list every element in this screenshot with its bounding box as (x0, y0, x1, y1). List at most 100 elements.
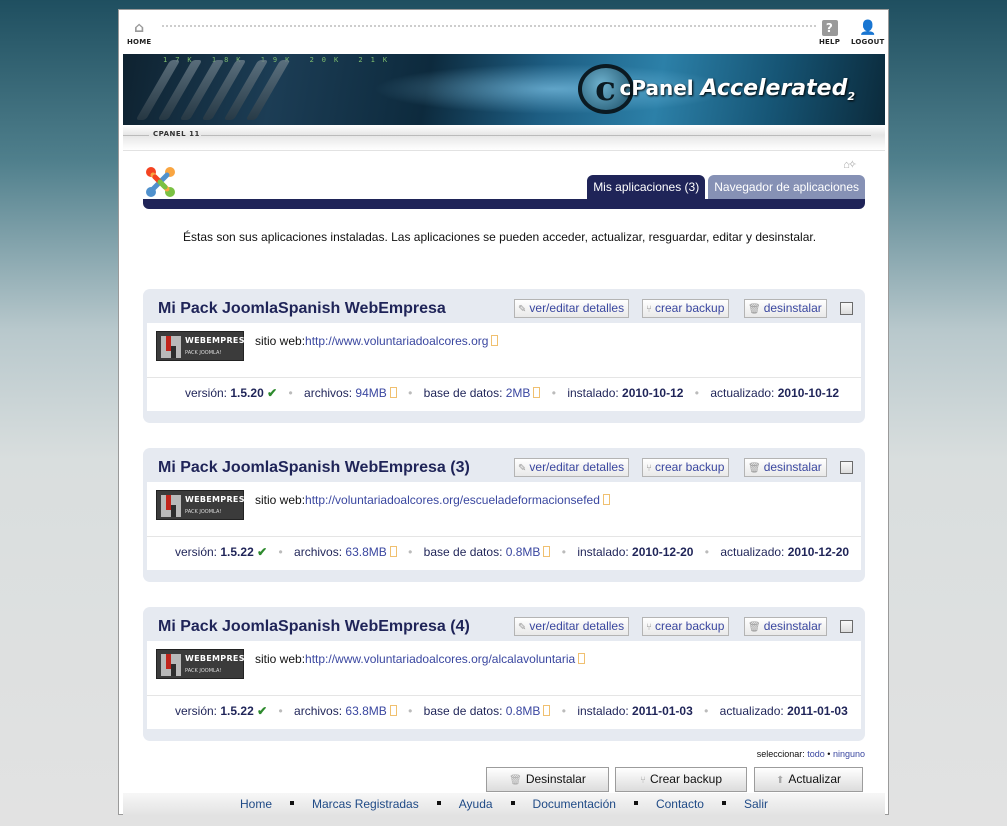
app-card: Mi Pack JoomlaSpanish WebEmpresa (3) ✎ ve… (143, 448, 865, 582)
db-value[interactable]: 0.8MB (506, 545, 541, 559)
edit-details-button[interactable]: ✎ ver/editar detalles (514, 299, 630, 318)
external-link-icon[interactable] (491, 335, 499, 346)
create-backup-button[interactable]: ⑂ crear backup (642, 299, 730, 318)
website-row: sitio web:http://voluntariadoalcores.org… (255, 493, 610, 507)
version-label: versión: (185, 386, 228, 400)
files-value[interactable]: 63.8MB (345, 545, 386, 559)
tag-icon: ✎ (518, 622, 527, 633)
footer-link-trademarks[interactable]: Marcas Registradas (312, 797, 419, 811)
files-label: archivos: (294, 545, 343, 559)
db-label: base de datos: (423, 545, 503, 559)
cpanel-version: 2 (847, 89, 855, 103)
home-nav-label: HOME (127, 38, 152, 46)
db-value[interactable]: 2MB (506, 386, 531, 400)
help-nav-button[interactable]: ? HELP (819, 20, 840, 46)
uninstall-button[interactable]: 🗑 desinstalar (744, 458, 827, 477)
backup-icon: ⑂ (639, 775, 646, 786)
bulk-update-button[interactable]: ⬆ Actualizar (754, 767, 863, 792)
external-link-icon[interactable] (602, 494, 610, 505)
main-frame: ⌂ HOME ? HELP 👤 LOGOUT 17K 18K 19K 20K 2… (118, 9, 889, 815)
create-backup-label: crear backup (655, 460, 725, 474)
cpanel-logo-text: cPanel Accelerated2 (620, 76, 855, 103)
meta-separator: • (288, 386, 293, 400)
app-card-body: WEBEMPRESA PACK JOOMLA! sitio web:http:/… (147, 482, 861, 570)
home-shortcut-icon[interactable]: ⌂✧ (843, 158, 857, 171)
strip-rule (201, 135, 871, 136)
webempresa-logo: WEBEMPRESA PACK JOOMLA! (156, 649, 251, 679)
joomla-icon (146, 167, 175, 197)
webempresa-logo-mark (161, 495, 181, 517)
app-card: Mi Pack JoomlaSpanish WebEmpresa (4) ✎ ve… (143, 607, 865, 741)
footer-bullet (510, 801, 515, 805)
bulk-backup-button[interactable]: ⑂ Crear backup (615, 767, 747, 792)
bulk-uninstall-button[interactable]: 🗑 Desinstalar (486, 767, 609, 792)
tab-bar: Mis aplicaciones (3) Navegador de aplica… (587, 175, 865, 199)
cpanel-banner: 17K 18K 19K 20K 21K c cPanel Accelerated… (123, 54, 885, 125)
webempresa-logo-subtext: PACK JOOMLA! (185, 350, 222, 356)
footer-link-home[interactable]: Home (240, 797, 272, 811)
meta-separator: • (551, 386, 556, 400)
create-backup-button[interactable]: ⑂ crear backup (642, 617, 730, 636)
app-card: Mi Pack JoomlaSpanish WebEmpresa ✎ ver/ed… (143, 289, 865, 423)
footer-bullet (633, 801, 638, 805)
webempresa-logo: WEBEMPRESA PACK JOOMLA! (156, 490, 251, 520)
edit-details-button[interactable]: ✎ ver/editar detalles (514, 617, 630, 636)
external-link-icon[interactable] (578, 653, 586, 664)
card-divider (147, 536, 861, 537)
cpanel-version-label: CPANEL 11 (153, 130, 200, 138)
arrow-up-icon: ⬆ (775, 775, 785, 786)
external-link-icon[interactable] (389, 387, 397, 398)
meta-separator: • (561, 704, 566, 718)
webempresa-logo: WEBEMPRESA PACK JOOMLA! (156, 331, 251, 361)
website-link[interactable]: http://www.voluntariadoalcores.org (305, 334, 488, 348)
external-link-icon[interactable] (543, 705, 551, 716)
app-select-checkbox[interactable] (840, 620, 853, 633)
footer-link-logout[interactable]: Salir (744, 797, 768, 811)
external-link-icon[interactable] (389, 546, 397, 557)
home-nav-button[interactable]: ⌂ HOME (127, 20, 151, 46)
meta-separator: • (704, 545, 709, 559)
backup-icon: ⑂ (646, 622, 652, 633)
meta-separator: • (704, 704, 709, 718)
logout-nav-button[interactable]: 👤 LOGOUT (851, 20, 885, 46)
select-all-link[interactable]: todo (807, 749, 825, 759)
footer-bullet (290, 801, 295, 805)
edit-details-button[interactable]: ✎ ver/editar detalles (514, 458, 630, 477)
version-label: versión: (175, 704, 218, 718)
files-label: archivos: (304, 386, 353, 400)
version-value: 1.5.20 (230, 386, 264, 400)
db-value[interactable]: 0.8MB (506, 704, 541, 718)
app-title: Mi Pack JoomlaSpanish WebEmpresa (158, 300, 446, 317)
edit-details-label: ver/editar detalles (529, 619, 625, 633)
webempresa-logo-mark (161, 336, 181, 358)
footer-link-help[interactable]: Ayuda (459, 797, 493, 811)
app-select-checkbox[interactable] (840, 302, 853, 315)
cpanel-brand: cPanel (619, 75, 694, 100)
footer-link-contact[interactable]: Contacto (656, 797, 704, 811)
uninstall-button[interactable]: 🗑 desinstalar (744, 299, 827, 318)
installed-label: instalado: (577, 545, 629, 559)
files-value[interactable]: 94MB (355, 386, 386, 400)
app-select-checkbox[interactable] (840, 461, 853, 474)
website-label: sitio web: (255, 334, 306, 348)
create-backup-button[interactable]: ⑂ crear backup (642, 458, 730, 477)
footer-link-docs[interactable]: Documentación (533, 797, 616, 811)
external-link-icon[interactable] (533, 387, 541, 398)
db-label: base de datos: (423, 386, 503, 400)
bulk-backup-label: Crear backup (649, 772, 723, 786)
website-link[interactable]: http://www.voluntariadoalcores.org/alcal… (305, 652, 575, 666)
meta-separator: • (278, 545, 283, 559)
updated-value: 2010-10-12 (777, 386, 840, 400)
select-label: seleccionar: (756, 749, 805, 759)
uninstall-button[interactable]: 🗑 desinstalar (744, 617, 827, 636)
select-none-link[interactable]: ninguno (833, 749, 865, 759)
external-link-icon[interactable] (389, 705, 397, 716)
external-link-icon[interactable] (543, 546, 551, 557)
uninstall-label: desinstalar (763, 460, 822, 474)
backup-icon: ⑂ (646, 463, 652, 474)
website-link[interactable]: http://voluntariadoalcores.org/escuelade… (305, 493, 600, 507)
tab-application-browser[interactable]: Navegador de aplicaciones (708, 175, 865, 199)
files-value[interactable]: 63.8MB (345, 704, 386, 718)
app-title: Mi Pack JoomlaSpanish WebEmpresa (4) (158, 618, 470, 635)
tab-my-applications[interactable]: Mis aplicaciones (3) (587, 175, 706, 199)
